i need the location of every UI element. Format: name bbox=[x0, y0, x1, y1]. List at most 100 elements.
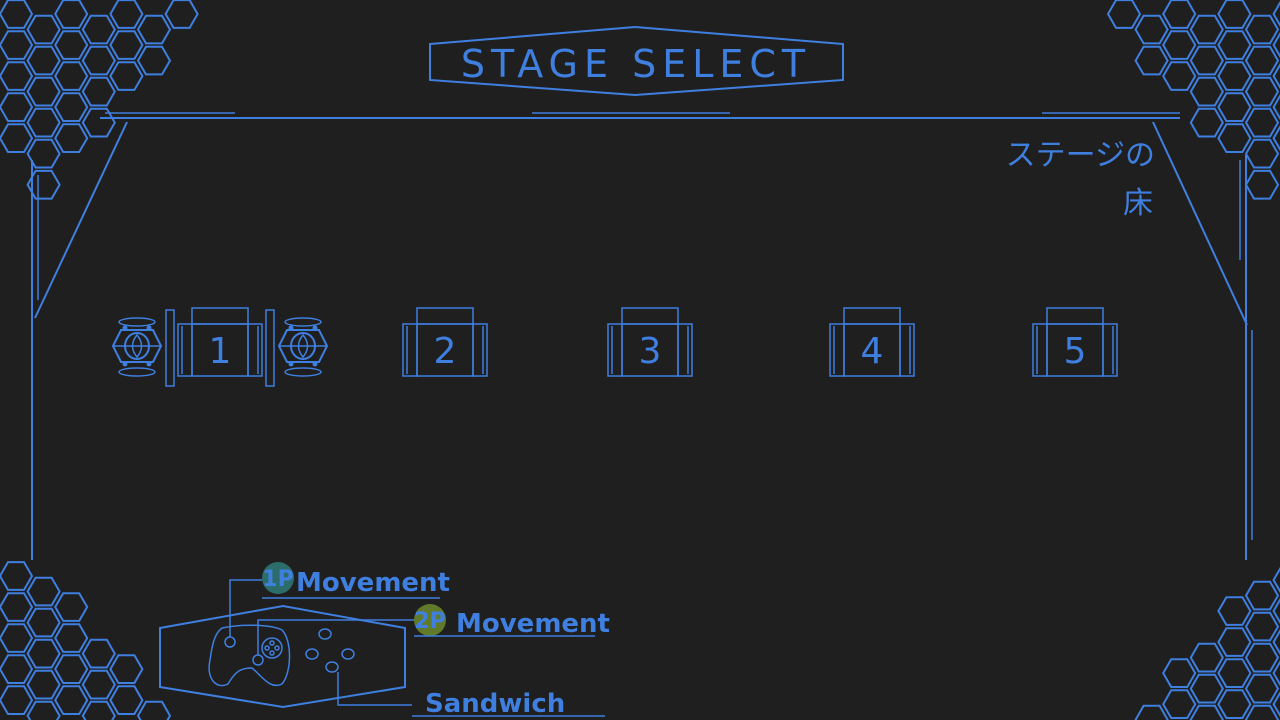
hex-cell bbox=[26, 669, 61, 700]
title-plate: STAGE SELECT bbox=[429, 25, 844, 97]
hex-cell bbox=[54, 0, 89, 29]
stage-number: 2 bbox=[434, 331, 457, 372]
hex-cell bbox=[1244, 76, 1280, 107]
action-buttons-icon bbox=[305, 628, 355, 673]
hex-cell bbox=[1106, 0, 1142, 29]
emblem-right-icon bbox=[277, 317, 329, 377]
stage-number: 1 bbox=[209, 331, 232, 372]
hex-cell bbox=[109, 654, 144, 684]
hex-cell bbox=[1217, 689, 1252, 719]
hex-cell bbox=[1189, 642, 1224, 673]
hex-cell bbox=[26, 14, 61, 45]
stage-number: 3 bbox=[639, 331, 662, 372]
stage-tile-5[interactable]: 5 bbox=[1032, 307, 1118, 377]
hex-cell bbox=[1244, 45, 1280, 76]
sandwich-label: Sandwich bbox=[425, 689, 565, 719]
hex-cell bbox=[1244, 169, 1280, 200]
side-label: ステージの 床 bbox=[1006, 138, 1155, 221]
hex-cell bbox=[1217, 61, 1252, 91]
hex-cell bbox=[136, 45, 172, 76]
hex-cell bbox=[54, 92, 89, 122]
stage-select-screen: STAGE SELECT ステージの 床 1 2 3 4 5 1P Movement 2… bbox=[0, 0, 1280, 720]
hex-cell bbox=[0, 561, 34, 591]
badge-2p-text: 2P bbox=[414, 609, 445, 634]
p1-movement-label: Movement bbox=[296, 568, 450, 598]
controls-panel: 1P Movement 2P Movement Sandwich bbox=[159, 562, 610, 719]
hex-cell bbox=[26, 76, 61, 107]
hex-cell bbox=[54, 623, 89, 653]
hex-cell bbox=[109, 685, 144, 715]
hex-cell bbox=[1244, 138, 1280, 169]
hex-cell bbox=[0, 592, 34, 622]
honeycomb-bottom-right-decoration bbox=[1134, 566, 1280, 720]
hex-cell bbox=[1162, 658, 1197, 688]
hex-cell bbox=[26, 607, 61, 638]
hex-cell bbox=[81, 14, 116, 45]
p2-movement-label: Movement bbox=[456, 609, 610, 639]
hex-cell bbox=[26, 638, 61, 669]
stage-tile-2[interactable]: 2 bbox=[402, 307, 488, 377]
side-label-line1: ステージの bbox=[1006, 138, 1155, 173]
hex-cell bbox=[54, 61, 89, 91]
hex-cell bbox=[26, 45, 61, 76]
hex-cell bbox=[1217, 596, 1252, 626]
hex-cell bbox=[81, 76, 116, 107]
hex-cell bbox=[1189, 704, 1224, 720]
hex-cell bbox=[1162, 61, 1197, 91]
hex-cell bbox=[136, 700, 172, 720]
hex-cell bbox=[1162, 30, 1197, 60]
hex-cell bbox=[0, 685, 34, 715]
badge-1p-text: 1P bbox=[262, 567, 293, 592]
hex-cell bbox=[26, 576, 61, 607]
gamepad-icon bbox=[208, 624, 291, 687]
hex-cell bbox=[81, 669, 116, 700]
hex-cell bbox=[1244, 580, 1280, 611]
hex-cell bbox=[26, 700, 61, 720]
hex-cell bbox=[0, 61, 34, 91]
hex-cell bbox=[109, 0, 144, 29]
hex-cell bbox=[1217, 658, 1252, 688]
stage-tile-3[interactable]: 3 bbox=[607, 307, 693, 377]
hex-cell bbox=[1217, 0, 1252, 29]
hex-cell bbox=[0, 123, 34, 153]
hex-cell bbox=[0, 92, 34, 122]
hex-cell bbox=[54, 654, 89, 684]
hex-cell bbox=[109, 61, 144, 91]
hex-cell bbox=[0, 623, 34, 653]
hex-cell bbox=[1189, 107, 1224, 138]
stage-list: 1 2 3 4 5 bbox=[111, 307, 1118, 387]
hex-cell bbox=[1189, 45, 1224, 76]
hex-cell bbox=[1217, 30, 1252, 60]
hex-cell bbox=[1244, 14, 1280, 45]
page-title: STAGE SELECT bbox=[461, 42, 811, 86]
hex-cell bbox=[0, 30, 34, 60]
hex-cell bbox=[1189, 14, 1224, 45]
hex-cell bbox=[1244, 611, 1280, 642]
hex-cell bbox=[0, 0, 34, 29]
hex-cell bbox=[136, 14, 172, 45]
hex-cell bbox=[109, 30, 144, 60]
hex-cell bbox=[26, 107, 61, 138]
stage-tile-4[interactable]: 4 bbox=[829, 307, 915, 377]
hex-cell bbox=[1162, 0, 1197, 29]
hex-cell bbox=[54, 592, 89, 622]
hex-cell bbox=[1189, 673, 1224, 704]
hex-cell bbox=[54, 685, 89, 715]
hex-cell bbox=[1244, 704, 1280, 720]
side-label-line2: 床 bbox=[1123, 186, 1153, 221]
hex-cell bbox=[1244, 107, 1280, 138]
hex-cell bbox=[81, 45, 116, 76]
hex-cell bbox=[1217, 92, 1252, 122]
hex-cell bbox=[164, 0, 199, 29]
hex-cell bbox=[1217, 123, 1252, 153]
hex-cell bbox=[1134, 14, 1169, 45]
hex-cell bbox=[1189, 76, 1224, 107]
hex-cell bbox=[1217, 627, 1252, 657]
honeycomb-bottom-left-decoration bbox=[0, 561, 172, 720]
hex-cell bbox=[54, 123, 89, 153]
stage-number: 4 bbox=[861, 331, 884, 372]
stage-tile-1[interactable]: 1 bbox=[111, 307, 329, 387]
hex-cell bbox=[0, 654, 34, 684]
hex-cell bbox=[81, 700, 116, 720]
stage-number: 5 bbox=[1064, 331, 1087, 372]
